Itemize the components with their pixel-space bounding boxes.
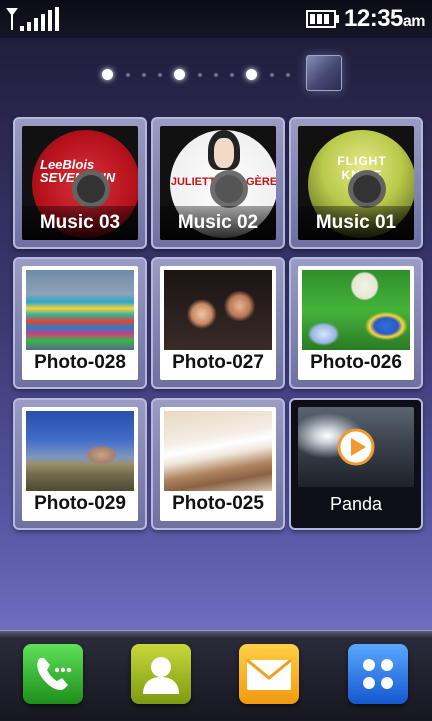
page-dot-separator (286, 73, 290, 77)
photo-tile-027[interactable]: Photo-027 (151, 257, 285, 389)
status-bar: 12:35am (0, 0, 432, 38)
tile-label: Photo-026 (310, 352, 402, 373)
dock (0, 630, 432, 721)
cd-hole (72, 170, 110, 208)
page-dot-separator (158, 73, 162, 77)
page-dot-separator (126, 73, 130, 77)
tile-label: Photo-028 (34, 352, 126, 373)
messages-button[interactable] (239, 644, 299, 704)
tile-frame: Panda (298, 407, 414, 521)
tile-frame: Photo-027 (160, 266, 276, 380)
tile-frame: Photo-025 (160, 407, 276, 521)
tile-label: Photo-027 (172, 352, 264, 373)
photo-thumbnail-room (164, 411, 272, 491)
photo-tile-025[interactable]: Photo-025 (151, 398, 285, 530)
page-dot-separator (214, 73, 218, 77)
music-tile-02[interactable]: JULIETTE IMAGÈRE Music 02 (151, 117, 285, 249)
phone-button[interactable] (23, 644, 83, 704)
page-dot-separator (230, 73, 234, 77)
page-dot-separator (142, 73, 146, 77)
cube-icon[interactable] (306, 55, 342, 91)
play-icon[interactable] (336, 427, 376, 467)
page-dot-separator (270, 73, 274, 77)
page-dot-separator (198, 73, 202, 77)
portrait-face (214, 138, 234, 168)
music-tile-01[interactable]: FLIGHT KNIFE Music 01 (289, 117, 423, 249)
tile-frame: JULIETTE IMAGÈRE Music 02 (160, 126, 276, 240)
tile-label: Music 02 (160, 206, 276, 240)
tile-frame: Photo-028 (22, 266, 138, 380)
tile-label: Music 03 (22, 206, 138, 240)
video-tile-panda[interactable]: Panda (289, 398, 423, 530)
cd-hole (210, 170, 248, 208)
page-dot-1[interactable] (102, 69, 113, 80)
photo-thumbnail-kayaks (26, 270, 134, 350)
tile-frame: LeeBlois SEVENPHIN Music 03 (22, 126, 138, 240)
tile-label: Photo-025 (172, 493, 264, 514)
photo-tile-028[interactable]: Photo-028 (13, 257, 147, 389)
contacts-icon (143, 657, 179, 694)
photo-tile-026[interactable]: Photo-026 (289, 257, 423, 389)
messages-icon (246, 658, 292, 690)
page-dot-2[interactable] (174, 69, 185, 80)
tile-label: Photo-029 (34, 493, 126, 514)
menu-icon (363, 659, 393, 689)
phone-icon (37, 658, 72, 690)
page-dot-3[interactable] (246, 69, 257, 80)
tile-label: Music 01 (298, 206, 414, 240)
music-tile-03[interactable]: LeeBlois SEVENPHIN Music 03 (13, 117, 147, 249)
battery-icon (306, 10, 339, 28)
tile-frame: FLIGHT KNIFE Music 01 (298, 126, 414, 240)
contacts-button[interactable] (131, 644, 191, 704)
signal-icon (6, 7, 59, 31)
menu-button[interactable] (348, 644, 408, 704)
tile-label: Panda (298, 487, 414, 521)
photo-thumbnail-eggs (302, 270, 410, 350)
photo-thumbnail-people (164, 270, 272, 350)
clock-ampm: am (402, 13, 426, 30)
photo-tile-029[interactable]: Photo-029 (13, 398, 147, 530)
clock: 12:35am (344, 5, 426, 33)
tile-frame: Photo-026 (298, 266, 414, 380)
clock-time: 12:35 (344, 5, 403, 32)
tile-frame: Photo-029 (22, 407, 138, 521)
photo-thumbnail-desert (26, 411, 134, 491)
cd-hole (348, 170, 386, 208)
